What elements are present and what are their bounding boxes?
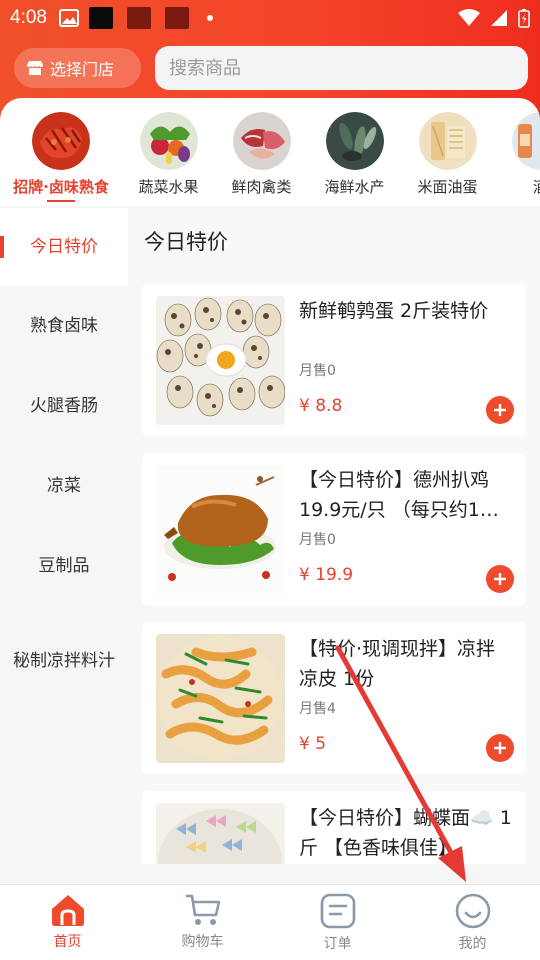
product-price: ¥ 8.8: [299, 396, 343, 416]
category-vegetables-fruits[interactable]: 蔬菜水果: [122, 112, 215, 206]
product-name: 新鲜鹌鹑蛋 2斤装特价: [299, 300, 489, 322]
bottom-tab-bar: 首页 购物车 订单 我的: [0, 884, 540, 960]
tab-label: 首页: [53, 934, 82, 950]
tab-label: 购物车: [181, 934, 224, 950]
product-card[interactable]: 【今日特价】德州扒鸡 19.9元/只 （每只约1… 月售0 ¥ 19.9: [142, 453, 526, 605]
add-to-cart-button[interactable]: [486, 734, 514, 762]
product-name: 【今日特价】蝴蝶面☁️ 1斤 【色香味俱佳】: [299, 807, 512, 859]
order-icon: [319, 893, 357, 929]
category-image: [232, 112, 291, 170]
plus-icon: [494, 742, 506, 754]
category-label: 蔬菜水果: [138, 178, 199, 196]
product-sales: 月售0: [299, 363, 336, 379]
category-image: [139, 112, 198, 170]
category-image: [325, 112, 384, 170]
category-image: [511, 112, 540, 170]
search-bar[interactable]: [155, 46, 528, 90]
gallery-notification-icon: [58, 9, 79, 27]
search-input[interactable]: [169, 57, 528, 79]
category-label: 米面油蛋: [417, 178, 478, 196]
add-to-cart-button[interactable]: [486, 565, 514, 593]
status-bar: 4:08: [0, 0, 540, 36]
product-name: 【今日特价】德州扒鸡 19.9元/只 （每只约1…: [299, 469, 499, 521]
add-to-cart-button[interactable]: [486, 396, 514, 424]
product-price: ¥ 19.9: [299, 565, 354, 585]
category-image: [32, 112, 90, 170]
select-store-button[interactable]: 选择门店: [14, 48, 141, 88]
product-image-quail-eggs: [156, 296, 285, 425]
sidebar-item-tofu-products[interactable]: 豆制品: [0, 526, 128, 606]
product-name: 【特价·现调现拌】凉拌凉皮 1份: [299, 638, 496, 690]
category-active-indicator: [47, 200, 75, 202]
notification-icon: [164, 7, 189, 29]
category-signature-braised[interactable]: 招牌·卤味熟食: [0, 112, 122, 206]
tab-home[interactable]: 首页: [0, 885, 135, 960]
category-drinks[interactable]: 酒: [494, 112, 540, 206]
category-rice-noodle-oil-egg[interactable]: 米面油蛋: [401, 112, 494, 206]
sidebar-item-braised-deli[interactable]: 熟食卤味: [0, 286, 128, 366]
tab-orders[interactable]: 订单: [270, 885, 405, 960]
category-image: [418, 112, 477, 170]
notification-icon: [126, 7, 151, 29]
tab-label: 我的: [458, 936, 487, 952]
category-strip: 招牌·卤味熟食 蔬菜水果 鲜肉禽类 海鲜水产 米面油蛋: [0, 98, 540, 206]
sidebar-item-today-special[interactable]: 今日特价: [0, 208, 128, 286]
tab-cart[interactable]: 购物车: [135, 885, 270, 960]
product-price: ¥ 5: [299, 734, 327, 754]
more-notifications-icon: [206, 15, 213, 21]
plus-icon: [494, 404, 506, 416]
status-time: 4:08: [10, 7, 47, 28]
category-label: 招牌·卤味熟食: [13, 178, 109, 196]
profile-icon: [454, 893, 492, 929]
notification-icon: [88, 7, 113, 29]
product-card[interactable]: 【今日特价】蝴蝶面☁️ 1斤 【色香味俱佳】: [142, 791, 526, 864]
sidebar-item-secret-dressing[interactable]: 秘制凉拌料汁: [0, 606, 128, 716]
tab-label: 订单: [323, 936, 352, 952]
product-image-butterfly-pasta: [156, 803, 285, 864]
select-store-label: 选择门店: [50, 60, 115, 79]
category-sidebar: 今日特价 熟食卤味 火腿香肠 凉菜 豆制品 秘制凉拌料汁: [0, 208, 128, 864]
store-icon: [26, 60, 44, 76]
product-sales: 月售0: [299, 532, 336, 548]
product-image-braised-chicken: [156, 465, 285, 594]
signal-icon: [490, 9, 508, 27]
product-image-cold-noodles: [156, 634, 285, 763]
header: 4:08 选择门店 搜索商品 招牌·卤味熟食 蔬菜水果 鲜肉禽类 海鲜水产 米面…: [0, 0, 540, 206]
plus-icon: [494, 573, 506, 585]
category-seafood[interactable]: 海鲜水产: [308, 112, 401, 206]
cart-icon: [184, 893, 222, 927]
product-card[interactable]: 【特价·现调现拌】凉拌凉皮 1份 月售4 ¥ 5: [142, 622, 526, 774]
battery-icon: [518, 8, 530, 28]
category-meat-poultry[interactable]: 鲜肉禽类: [215, 112, 308, 206]
product-list-panel: 今日特价 新鲜鹌鹑蛋 2斤装特价 月售0 ¥ 8.8 【今日特价】德州扒鸡 19…: [128, 208, 540, 864]
product-sales: 月售4: [299, 701, 336, 717]
sidebar-item-cold-dishes[interactable]: 凉菜: [0, 446, 128, 526]
section-title: 今日特价: [128, 208, 540, 274]
category-label: 酒: [533, 176, 540, 197]
tab-profile[interactable]: 我的: [405, 885, 540, 960]
category-label: 鲜肉禽类: [231, 178, 292, 196]
product-card[interactable]: 新鲜鹌鹑蛋 2斤装特价 月售0 ¥ 8.8: [142, 284, 526, 436]
wifi-icon: [458, 9, 480, 27]
sidebar-item-ham-sausage[interactable]: 火腿香肠: [0, 366, 128, 446]
home-icon: [49, 893, 87, 927]
category-label: 海鲜水产: [324, 178, 385, 196]
